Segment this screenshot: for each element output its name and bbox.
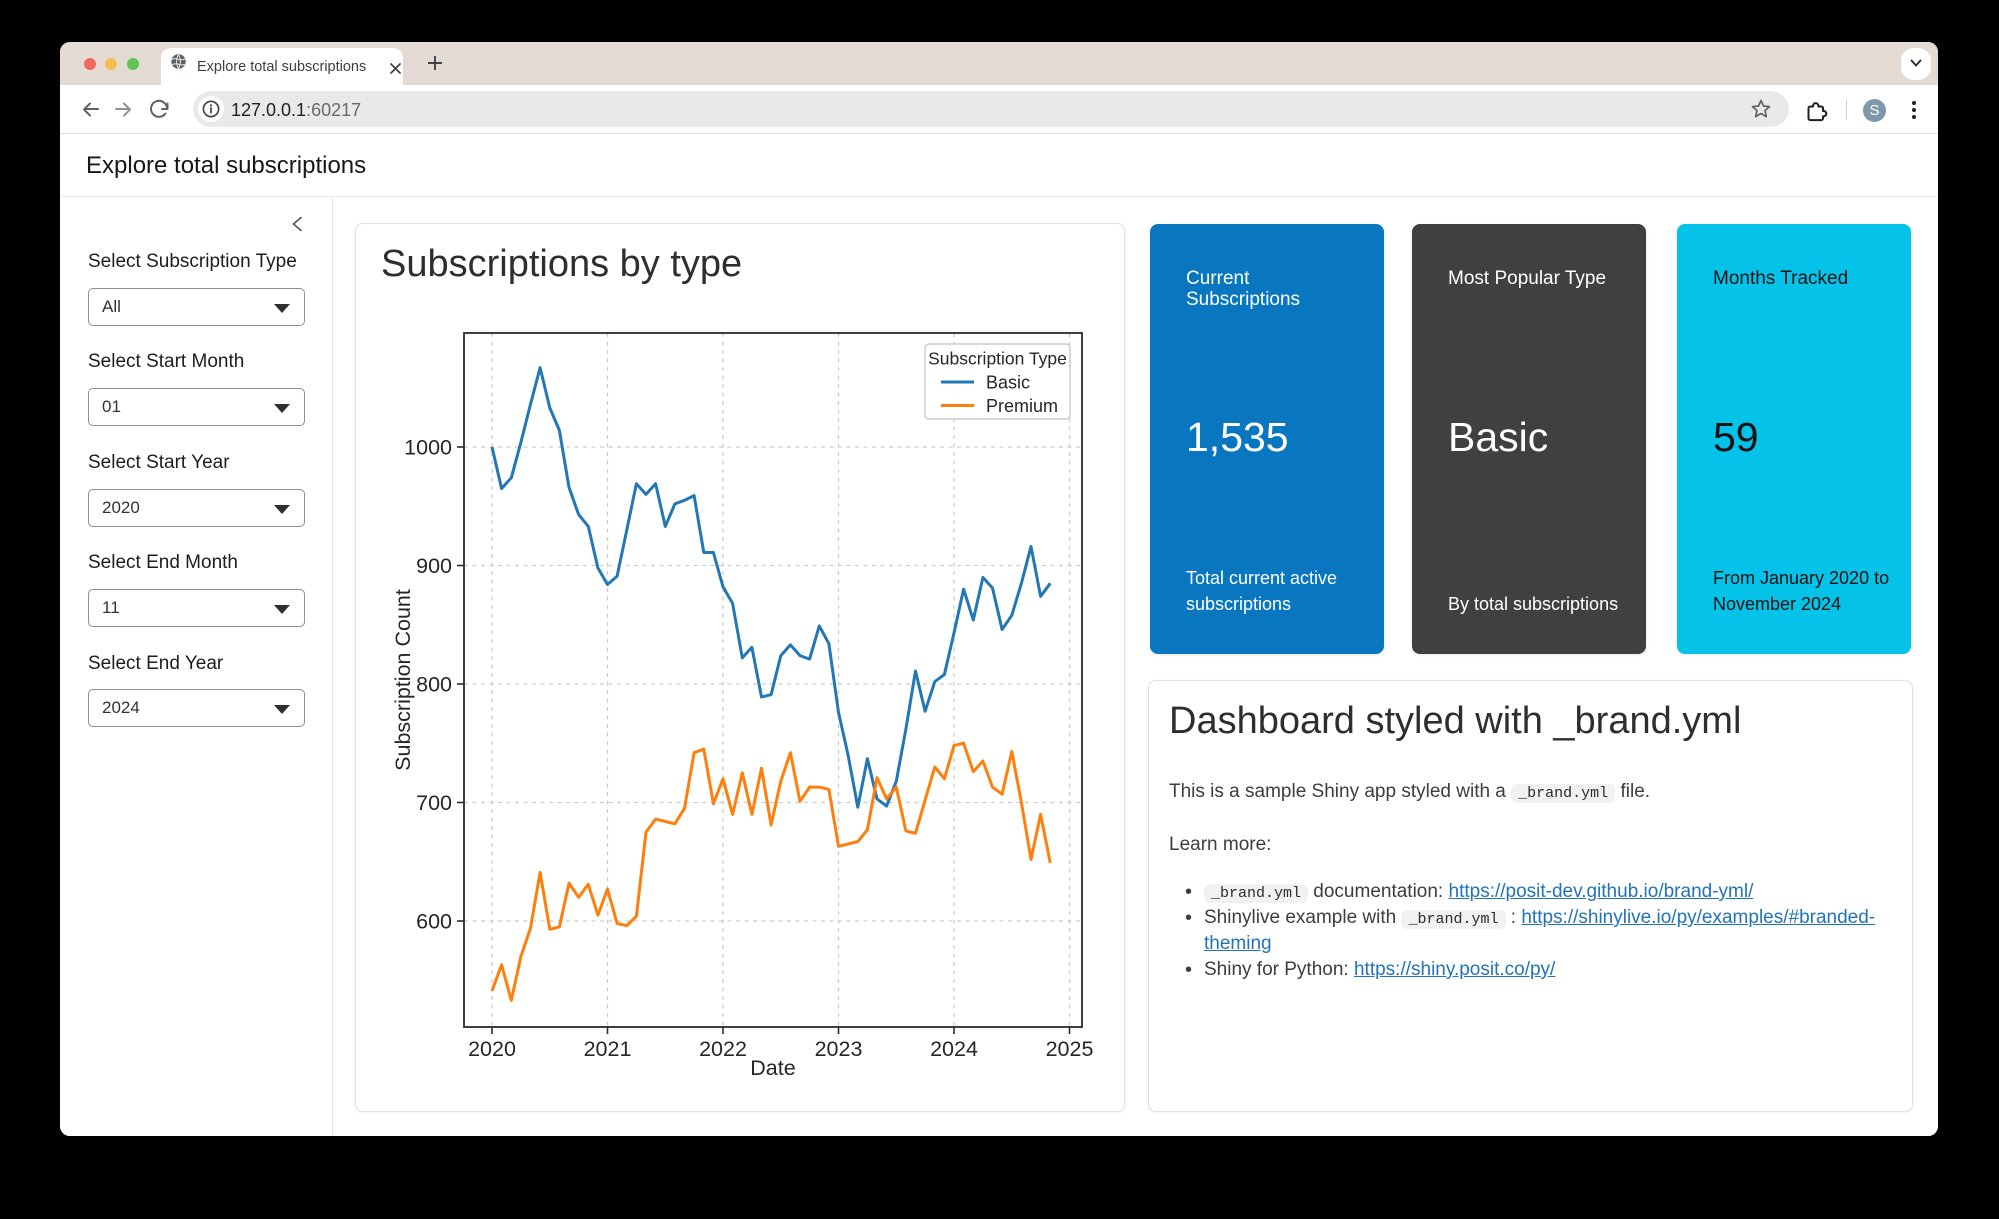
svg-text:Subscription Type: Subscription Type: [928, 349, 1067, 369]
svg-text:900: 900: [416, 554, 452, 578]
svg-text:Subscription Count: Subscription Count: [391, 589, 415, 771]
svg-text:2020: 2020: [468, 1037, 516, 1061]
svg-text:Premium: Premium: [986, 396, 1058, 416]
svg-text:Basic: Basic: [986, 373, 1030, 393]
svg-text:2025: 2025: [1046, 1037, 1094, 1061]
svg-text:Date: Date: [750, 1056, 795, 1080]
svg-text:2023: 2023: [815, 1037, 863, 1061]
svg-text:600: 600: [416, 910, 452, 934]
svg-text:700: 700: [416, 791, 452, 815]
svg-text:2024: 2024: [930, 1037, 978, 1061]
svg-text:2021: 2021: [584, 1037, 632, 1061]
svg-text:2022: 2022: [699, 1037, 747, 1061]
svg-text:800: 800: [416, 673, 452, 697]
svg-text:1000: 1000: [404, 436, 452, 460]
